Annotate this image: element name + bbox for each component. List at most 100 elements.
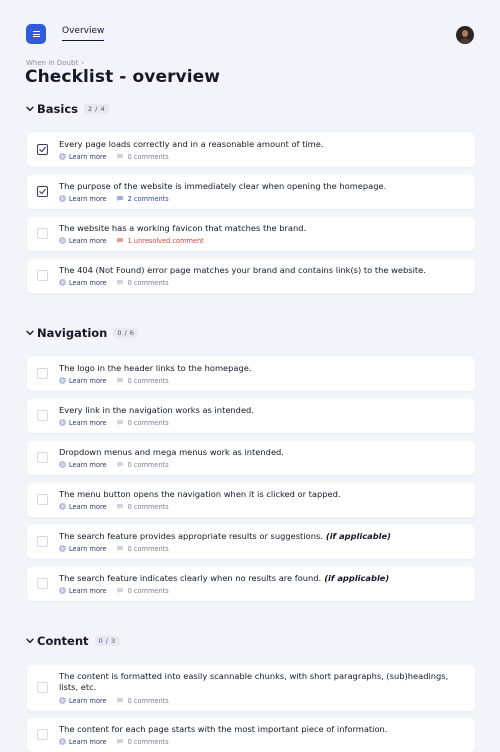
item-meta: Learn more 0 comments [59, 418, 169, 427]
comment-icon [116, 237, 124, 244]
breadcrumb: When in Doubt › [26, 59, 84, 67]
learn-more-link[interactable]: Learn more [69, 377, 107, 385]
item-checkbox[interactable] [37, 186, 48, 197]
info-icon [59, 738, 66, 745]
tab-overview[interactable]: Overview [62, 26, 105, 41]
section-header[interactable]: Navigation 0 / 6 [24, 326, 139, 340]
menu-icon [32, 31, 40, 37]
info-icon [59, 279, 66, 286]
item-meta: Learn more 0 comments [59, 544, 169, 553]
comments-link[interactable]: 2 comments [128, 195, 169, 203]
section-title: Navigation [37, 326, 108, 340]
comments-link[interactable]: 0 comments [128, 545, 169, 553]
comment-icon [116, 419, 124, 426]
item-title: The purpose of the website is immediatel… [59, 181, 387, 191]
item-checkbox[interactable] [37, 452, 48, 463]
learn-more-link[interactable]: Learn more [69, 587, 107, 595]
check-icon [39, 188, 46, 195]
comments-link[interactable]: 0 comments [128, 377, 169, 385]
section-header[interactable]: Content 0 / 3 [24, 634, 120, 648]
item-checkbox[interactable] [37, 368, 48, 379]
item-title: The 404 (Not Found) error page matches y… [59, 265, 426, 275]
checklist-item: The 404 (Not Found) error page matches y… [27, 259, 475, 293]
item-checkbox[interactable] [37, 536, 48, 547]
item-meta: Learn more 0 comments [59, 278, 169, 287]
item-title: The content for each page starts with th… [59, 724, 388, 734]
section-title: Basics [37, 102, 78, 116]
checklist-item: Every link in the navigation works as in… [27, 399, 475, 433]
learn-more-link[interactable]: Learn more [69, 153, 107, 161]
item-meta: Learn more 0 comments [59, 737, 169, 746]
comments-link[interactable]: 0 comments [128, 153, 169, 161]
checklist-item: The search feature provides appropriate … [27, 525, 475, 559]
checklist-item: The search feature indicates clearly whe… [27, 567, 475, 601]
comments-link[interactable]: 0 comments [128, 279, 169, 287]
section-title: Content [37, 634, 89, 648]
item-title: The website has a working favicon that m… [59, 223, 307, 233]
comment-icon [116, 195, 124, 202]
item-checkbox[interactable] [37, 144, 48, 155]
info-icon [59, 587, 66, 594]
item-checkbox[interactable] [37, 228, 48, 239]
item-text: The search feature indicates clearly whe… [59, 573, 459, 584]
item-meta: Learn more 1 unresolved comment [59, 236, 204, 245]
breadcrumb-parent-link[interactable]: When in Doubt [26, 59, 78, 67]
item-meta: Learn more 0 comments [59, 696, 169, 705]
comment-icon [116, 697, 124, 704]
item-title: Every page loads correctly and in a reas… [59, 139, 324, 149]
item-checkbox[interactable] [37, 410, 48, 421]
info-icon [59, 153, 66, 160]
avatar[interactable] [456, 26, 474, 44]
chevron-down-icon[interactable] [24, 327, 36, 339]
learn-more-link[interactable]: Learn more [69, 419, 107, 427]
item-meta: Learn more 0 comments [59, 502, 169, 511]
section-header[interactable]: Basics 2 / 4 [24, 102, 110, 116]
item-checkbox[interactable] [37, 682, 48, 693]
learn-more-link[interactable]: Learn more [69, 195, 107, 203]
chevron-down-icon[interactable] [24, 635, 36, 647]
learn-more-link[interactable]: Learn more [69, 237, 107, 245]
item-text: The menu button opens the navigation whe… [59, 489, 459, 500]
item-note: (if applicable) [324, 573, 390, 583]
learn-more-link[interactable]: Learn more [69, 697, 107, 705]
item-checkbox[interactable] [37, 270, 48, 281]
learn-more-link[interactable]: Learn more [69, 279, 107, 287]
comment-icon [116, 377, 124, 384]
item-text: The search feature provides appropriate … [59, 531, 459, 542]
chevron-down-icon[interactable] [24, 103, 36, 115]
checklist-item: The purpose of the website is immediatel… [27, 175, 475, 209]
item-title: The content is formatted into easily sca… [59, 671, 449, 692]
comments-link[interactable]: 0 comments [128, 461, 169, 469]
checklist-item: The website has a working favicon that m… [27, 217, 475, 251]
menu-button[interactable] [26, 24, 46, 44]
item-text: The content is formatted into easily sca… [59, 671, 459, 693]
breadcrumb-separator: › [81, 59, 85, 67]
comments-link[interactable]: 1 unresolved comment [128, 237, 204, 245]
item-checkbox[interactable] [37, 494, 48, 505]
comments-link[interactable]: 0 comments [128, 419, 169, 427]
item-meta: Learn more 0 comments [59, 376, 169, 385]
comment-icon [116, 587, 124, 594]
info-icon [59, 503, 66, 510]
checklist-item: The content is formatted into easily sca… [27, 665, 475, 711]
info-icon [59, 461, 66, 468]
learn-more-link[interactable]: Learn more [69, 461, 107, 469]
item-title: The logo in the header links to the home… [59, 363, 252, 373]
checklist-item: The menu button opens the navigation whe… [27, 483, 475, 517]
item-meta: Learn more 0 comments [59, 586, 169, 595]
item-checkbox[interactable] [37, 578, 48, 589]
check-icon [39, 146, 46, 153]
info-icon [59, 697, 66, 704]
comments-link[interactable]: 0 comments [128, 503, 169, 511]
comments-link[interactable]: 0 comments [128, 697, 169, 705]
checklist-item: Dropdown menus and mega menus work as in… [27, 441, 475, 475]
info-icon [59, 237, 66, 244]
learn-more-link[interactable]: Learn more [69, 503, 107, 511]
comments-link[interactable]: 0 comments [128, 587, 169, 595]
item-text: The 404 (Not Found) error page matches y… [59, 265, 459, 276]
checklist-item: The logo in the header links to the home… [27, 357, 475, 391]
top-bar: Overview [0, 0, 500, 52]
item-checkbox[interactable] [37, 729, 48, 740]
item-note: (if applicable) [325, 531, 391, 541]
learn-more-link[interactable]: Learn more [69, 545, 107, 553]
